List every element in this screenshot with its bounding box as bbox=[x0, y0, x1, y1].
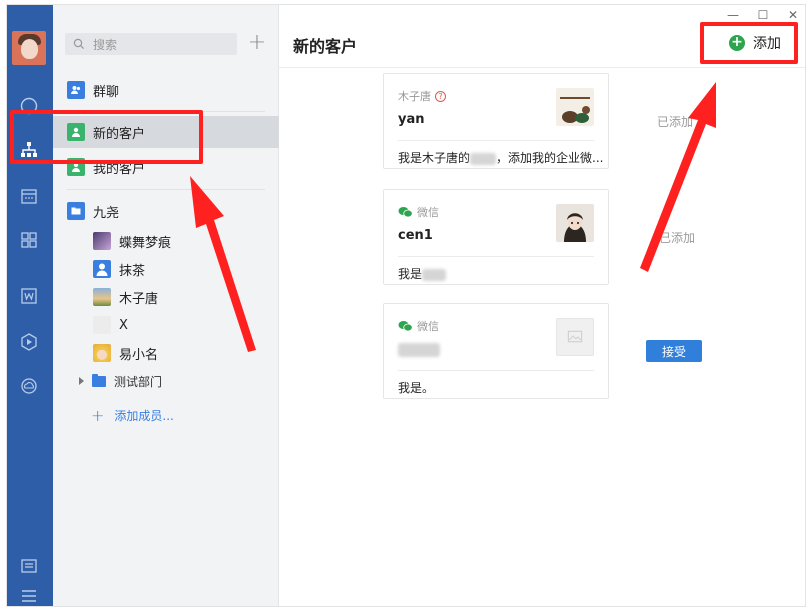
image-placeholder-icon bbox=[556, 318, 594, 356]
close-button[interactable]: ✕ bbox=[785, 7, 801, 23]
search-placeholder: 搜索 bbox=[93, 37, 118, 52]
header-divider bbox=[279, 67, 805, 68]
source-label: 木子唐 bbox=[398, 90, 431, 103]
card-divider bbox=[398, 370, 594, 371]
sub-department-label: 测试部门 bbox=[114, 374, 163, 389]
add-contact-button[interactable]: + bbox=[246, 32, 268, 55]
add-member-link[interactable]: + 添加成员... bbox=[91, 403, 174, 427]
department-item[interactable]: 九尧 bbox=[53, 195, 279, 227]
contact-panel: 搜索 + 群聊 新的客户 我的客户 九尧 蝶舞梦痕 抹茶 木子唐 X 易小名 测… bbox=[53, 5, 279, 606]
customer-name bbox=[398, 342, 440, 357]
customer-name: yan bbox=[398, 112, 425, 127]
customer-request-card[interactable]: 微信 cen1 我是 bbox=[383, 189, 609, 285]
card-divider bbox=[398, 140, 594, 141]
calendar-icon[interactable] bbox=[18, 185, 40, 207]
department-folder-icon bbox=[67, 202, 85, 220]
status-added: 已添加 bbox=[657, 115, 694, 129]
group-chat-icon bbox=[67, 81, 85, 99]
search-icon bbox=[73, 38, 85, 50]
notes-icon[interactable] bbox=[18, 555, 40, 577]
minimize-button[interactable]: — bbox=[725, 7, 741, 23]
card-divider bbox=[398, 256, 594, 257]
apps-grid-icon[interactable] bbox=[18, 229, 40, 251]
member-item[interactable]: 易小名 bbox=[93, 339, 158, 367]
highlight-box-add bbox=[700, 22, 798, 64]
department-label: 九尧 bbox=[93, 205, 120, 221]
avatar[interactable] bbox=[12, 31, 46, 65]
expand-caret-icon[interactable] bbox=[79, 377, 84, 385]
sub-department-item[interactable]: 测试部门 bbox=[79, 367, 162, 395]
source-label: 微信 bbox=[417, 320, 439, 333]
member-item[interactable]: 木子唐 bbox=[93, 283, 158, 311]
request-message: 我是 bbox=[398, 265, 447, 282]
request-message: 我是木子唐的 ，添加我的企业微... bbox=[398, 151, 604, 165]
member-item[interactable]: 抹茶 bbox=[93, 255, 145, 283]
customer-name: cen1 bbox=[398, 228, 433, 243]
card-source: 木子唐 ? bbox=[398, 88, 446, 104]
left-rail bbox=[7, 5, 53, 606]
customer-request-card[interactable]: 木子唐 ? yan 我是木子唐的 ，添加我的企业微... bbox=[383, 73, 609, 169]
member-name: 蝶舞梦痕 bbox=[119, 235, 172, 251]
help-icon[interactable]: ? bbox=[435, 90, 446, 102]
highlight-box-new-customers bbox=[10, 110, 203, 164]
member-avatar bbox=[93, 232, 111, 250]
main-pane: — ☐ ✕ 新的客户 + 添加 木子唐 ? yan 我是木子唐的 ，添加我的企业… bbox=[279, 5, 805, 606]
member-avatar bbox=[93, 288, 111, 306]
member-name: 易小名 bbox=[119, 347, 159, 363]
maximize-button[interactable]: ☐ bbox=[755, 7, 771, 23]
card-source: 微信 bbox=[398, 318, 439, 334]
member-item[interactable]: X bbox=[93, 311, 128, 339]
menu-icon[interactable] bbox=[18, 585, 40, 606]
member-avatar bbox=[93, 316, 111, 334]
app-window: 搜索 + 群聊 新的客户 我的客户 九尧 蝶舞梦痕 抹茶 木子唐 X 易小名 测… bbox=[6, 4, 806, 607]
member-name: 木子唐 bbox=[119, 291, 159, 307]
customer-avatar bbox=[556, 88, 594, 126]
member-avatar bbox=[93, 260, 111, 278]
source-label: 微信 bbox=[417, 206, 439, 219]
status-added: 已添加 bbox=[659, 231, 696, 245]
member-name: X bbox=[119, 317, 128, 333]
customer-avatar bbox=[556, 204, 594, 242]
card-source: 微信 bbox=[398, 204, 439, 220]
plus-icon: + bbox=[91, 405, 105, 425]
wechat-icon bbox=[398, 207, 413, 218]
search-input[interactable]: 搜索 bbox=[65, 33, 237, 55]
folder-icon bbox=[92, 373, 106, 387]
divider bbox=[67, 189, 265, 190]
page-title: 新的客户 bbox=[293, 37, 358, 56]
group-chat-item[interactable]: 群聊 bbox=[53, 74, 279, 106]
member-avatar bbox=[93, 344, 111, 362]
doc-w-icon[interactable] bbox=[18, 285, 40, 307]
member-name: 抹茶 bbox=[119, 263, 146, 279]
accept-button[interactable]: 接受 bbox=[646, 340, 702, 362]
request-message: 我是。 bbox=[398, 381, 435, 395]
cube-icon[interactable] bbox=[18, 331, 40, 353]
member-item[interactable]: 蝶舞梦痕 bbox=[93, 227, 171, 255]
wechat-icon bbox=[398, 321, 413, 332]
cloud-icon[interactable] bbox=[18, 375, 40, 397]
group-chat-label: 群聊 bbox=[93, 84, 120, 100]
add-member-label: 添加成员... bbox=[114, 408, 174, 423]
customer-request-card[interactable]: 微信 我是。 bbox=[383, 303, 609, 399]
